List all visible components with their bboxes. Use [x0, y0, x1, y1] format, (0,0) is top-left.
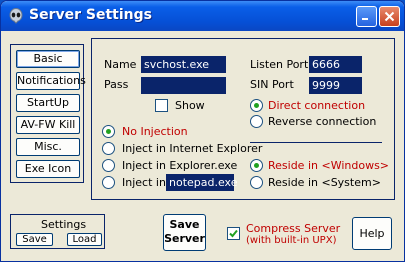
inject-ie-radio[interactable] [102, 142, 115, 155]
close-button[interactable] [379, 6, 400, 27]
show-label: Show [175, 99, 205, 112]
show-password-checkbox[interactable] [155, 99, 168, 112]
help-button[interactable]: Help [352, 217, 392, 250]
settings-save-button[interactable]: Save [16, 233, 53, 246]
save-server-line2: Server [164, 232, 205, 245]
compress-server-label: Compress Server [246, 222, 341, 235]
nav-panel: Basic Notifications StartUp AV-FW Kill M… [10, 44, 86, 183]
client-area: Basic Notifications StartUp AV-FW Kill M… [1, 31, 404, 261]
nav-misc-button[interactable]: Misc. [16, 138, 80, 156]
listen-port-field[interactable]: 6666 [309, 56, 362, 73]
checkmark-icon [229, 229, 238, 238]
reside-system-label: Reside in <System> [268, 176, 381, 189]
nav-av-fw-kill-button[interactable]: AV-FW Kill [16, 116, 80, 134]
basic-settings-panel: Name svchost.exe Pass Show Listen Port 6… [91, 38, 395, 200]
listen-port-label: Listen Port [250, 58, 309, 71]
settings-box: Settings Save Load [10, 214, 105, 249]
close-icon [384, 11, 395, 22]
settings-label: Settings [41, 218, 87, 231]
minimize-icon [362, 18, 368, 20]
direct-connection-label: Direct connection [268, 99, 366, 112]
settings-load-button[interactable]: Load [67, 233, 102, 246]
name-field[interactable]: svchost.exe [141, 56, 226, 73]
reverse-connection-label: Reverse connection [268, 115, 377, 128]
inject-explorer-label: Inject in Explorer.exe [122, 159, 238, 172]
sin-port-field[interactable]: 9999 [309, 77, 362, 94]
pass-field[interactable] [141, 77, 226, 94]
no-injection-label: No Injection [122, 125, 188, 138]
save-server-button[interactable]: Save Server [163, 214, 206, 251]
inject-in-field[interactable]: notepad.exe [166, 174, 238, 191]
save-server-line1: Save [169, 218, 200, 231]
app-alien-icon [9, 8, 23, 24]
pass-label: Pass [104, 78, 129, 91]
inject-in-radio[interactable] [102, 176, 115, 189]
server-settings-window: Server Settings Basic Notifications Star… [0, 0, 405, 262]
divider-line [250, 142, 382, 143]
nav-exe-icon-button[interactable]: Exe Icon [16, 160, 80, 178]
nav-notifications-button[interactable]: Notifications [16, 72, 86, 90]
inject-ie-label: Inject in Internet Explorer [122, 142, 263, 155]
nav-startup-button[interactable]: StartUp [16, 94, 80, 112]
reverse-connection-radio[interactable] [250, 115, 263, 128]
compress-server-checkbox[interactable] [227, 227, 240, 240]
reside-system-radio[interactable] [250, 176, 263, 189]
compress-upx-label: (with built-in UPX) [246, 235, 337, 246]
title-bar[interactable]: Server Settings [1, 1, 404, 31]
inject-in-label: Inject in [122, 176, 166, 189]
nav-basic-button[interactable]: Basic [16, 50, 80, 68]
reside-windows-radio[interactable] [250, 159, 263, 172]
name-label: Name [104, 58, 137, 71]
no-injection-radio[interactable] [102, 125, 115, 138]
direct-connection-radio[interactable] [250, 99, 263, 112]
window-title: Server Settings [29, 7, 152, 23]
reside-windows-label: Reside in <Windows> [268, 159, 390, 172]
sin-port-label: SIN Port [250, 78, 294, 91]
inject-explorer-radio[interactable] [102, 159, 115, 172]
minimize-button[interactable] [356, 6, 377, 27]
